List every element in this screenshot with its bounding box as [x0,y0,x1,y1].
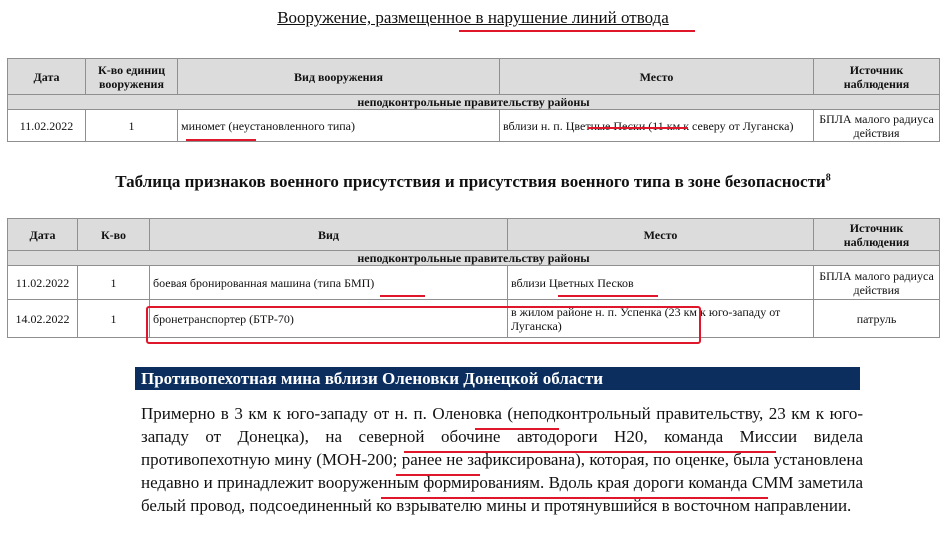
highlight-box [146,306,701,344]
underline-mark [558,295,658,297]
col-place: Место [499,58,814,95]
cell-source: БПЛА малого радиуса действия [813,265,940,300]
cell-place: вблизи Цветных Песков [507,265,814,300]
table2-title: Таблица признаков военного присутствия и… [115,172,831,191]
cell-type: миномет (неустановленного типа) [177,109,500,142]
cell-source: патруль [813,299,940,338]
section-title: Вооружение, размещенное в нарушение лини… [277,8,669,27]
table-subheader: неподконтрольные правительству районы [7,250,940,266]
table-subheader: неподконтрольные правительству районы [7,94,940,110]
underline-mark [186,139,256,141]
table-row: 11.02.2022 1 миномет (неустановленного т… [7,109,940,142]
col-type: Вид вооружения [177,58,500,95]
col-type: Вид [149,218,508,251]
col-source: Источник наблюдения [813,58,940,95]
col-place: Место [507,218,814,251]
underline-mark [381,497,768,499]
weapons-table: Дата К-во единиц вооружения Вид вооружен… [7,58,940,142]
cell-type: боевая бронированная машина (типа БМП) [149,265,508,300]
col-date: Дата [7,58,86,95]
underline-mark [475,428,559,430]
underline-mark [380,295,425,297]
col-date: Дата [7,218,78,251]
underline-mark [396,474,480,476]
mine-section-body: Примерно в 3 км к юго-западу от н. п. Ол… [141,404,863,515]
underline-mark [404,451,776,453]
table-row: 11.02.2022 1 боевая бронированная машина… [7,265,940,300]
col-source: Источник наблюдения [813,218,940,251]
cell-count: 1 [77,299,150,338]
underline-mark [588,127,688,129]
cell-place: вблизи н. п. Цветные Пески (11 км к севе… [499,109,814,142]
col-count: К-во единиц вооружения [85,58,178,95]
cell-source: БПЛА малого радиуса действия [813,109,940,142]
mine-section-title: Противопехотная мина вблизи Оленовки Дон… [135,367,860,390]
cell-date: 14.02.2022 [7,299,78,338]
cell-count: 1 [77,265,150,300]
cell-count: 1 [85,109,178,142]
cell-date: 11.02.2022 [7,265,78,300]
col-count: К-во [77,218,150,251]
cell-date: 11.02.2022 [7,109,86,142]
underline-mark [459,30,695,32]
